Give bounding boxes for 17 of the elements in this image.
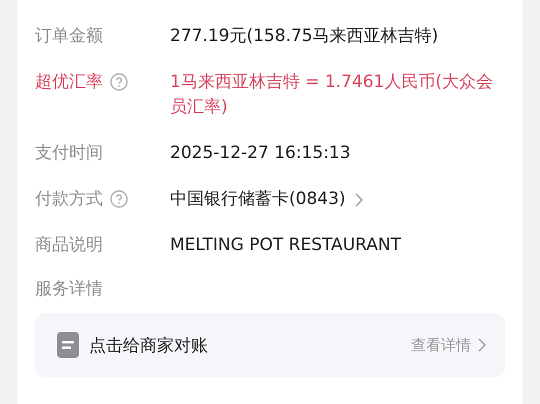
card-title: 点击给商家对账 bbox=[89, 334, 209, 356]
field-label: 商品说明 bbox=[35, 234, 103, 257]
section-label: 服务详情 bbox=[35, 278, 103, 301]
help-icon[interactable] bbox=[110, 190, 128, 208]
field-label: 订单金额 bbox=[35, 25, 103, 48]
field-value: 中国银行储蓄卡(0843) bbox=[170, 188, 346, 211]
chevron-icon bbox=[477, 337, 487, 353]
field-value: 2025-12-27 16:15:13 bbox=[170, 142, 351, 165]
document-icon bbox=[57, 332, 79, 358]
field-value: 277.19元(158.75马来西亚林吉特) bbox=[170, 25, 438, 48]
reconcile-card[interactable]: 点击给商家对账 查看详情 bbox=[35, 313, 505, 377]
field-value: MELTING POT RESTAURANT bbox=[170, 234, 401, 257]
field-label: 付款方式 bbox=[35, 188, 103, 211]
field-value: 1马来西亚林吉特 = 1.7461人民币(大众会员汇率) bbox=[170, 71, 494, 119]
field-label: 支付时间 bbox=[35, 142, 103, 165]
help-icon[interactable] bbox=[110, 73, 128, 91]
field-label: 超优汇率 bbox=[35, 71, 103, 94]
